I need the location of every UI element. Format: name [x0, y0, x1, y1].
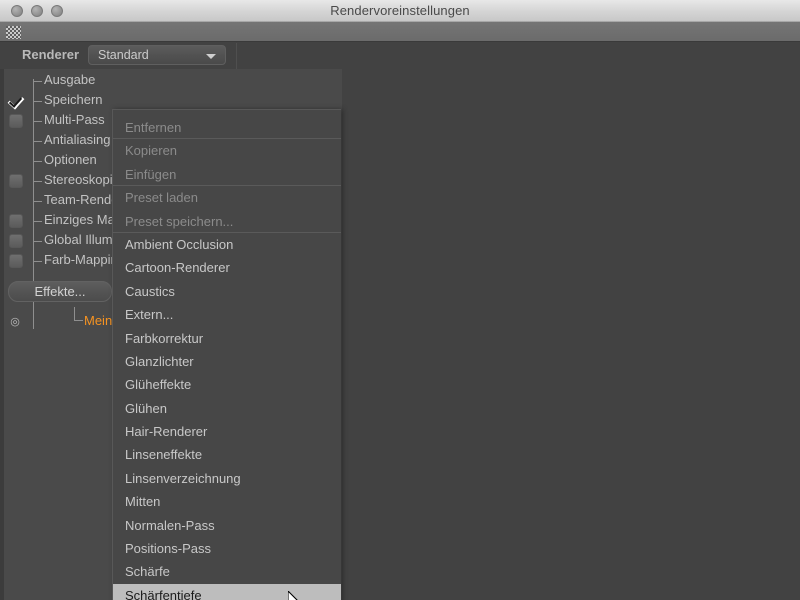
- tree-branch-line: [33, 261, 42, 262]
- tree-branch-line: [33, 221, 42, 222]
- renderer-label: Renderer: [22, 47, 80, 62]
- tree-row-label: Team-Render: [44, 192, 123, 207]
- window-content: Renderer Standard Ausgabe Speichern Multi-…: [0, 43, 800, 600]
- tree-row-label: Antialiasing: [44, 132, 111, 147]
- menu-item-10[interactable]: Farbkorrektur: [113, 327, 341, 350]
- menu-item-4: Preset laden: [125, 190, 198, 206]
- renderer-dropdown-value: Standard: [98, 48, 149, 62]
- menu-item-11[interactable]: Glanzlichter: [113, 350, 341, 373]
- tree-row-label: Multi-Pass: [44, 112, 105, 127]
- effects-button[interactable]: Effekte...: [8, 281, 112, 302]
- checkbox-unchecked[interactable]: [9, 214, 23, 228]
- tree-branch-line: [33, 121, 42, 122]
- tree-branch-line: [33, 141, 42, 142]
- menu-item-18[interactable]: Normalen-Pass: [113, 514, 341, 537]
- menu-item-8[interactable]: Caustics: [113, 280, 341, 303]
- checkbox-checked[interactable]: [9, 94, 23, 108]
- window-title: Rendervoreinstellungen: [330, 3, 470, 18]
- menu-item-7[interactable]: Cartoon-Renderer: [113, 256, 341, 279]
- checkbox-unchecked[interactable]: [9, 174, 23, 188]
- effects-context-menu[interactable]: Entfernen Kopieren Einfügen Preset laden Pre…: [112, 109, 341, 600]
- tree-branch-line: [33, 241, 42, 242]
- window-titlebar: Rendervoreinstellungen: [0, 0, 800, 22]
- tree-branch-line: [33, 201, 42, 202]
- renderer-row: Renderer Standard: [0, 43, 800, 69]
- chevron-down-icon: [206, 54, 216, 59]
- tree-row-label: Optionen: [44, 152, 97, 167]
- toolbar-divider: [236, 43, 237, 69]
- menu-item-20[interactable]: Schärfe: [113, 560, 341, 583]
- menu-item-14[interactable]: Hair-Renderer: [113, 420, 341, 443]
- checkbox-unchecked[interactable]: [9, 234, 23, 248]
- tree-branch-line: [33, 161, 42, 162]
- menu-item-9[interactable]: Extern...: [113, 303, 341, 326]
- tree-row-label: Stereoskopie: [44, 172, 120, 187]
- menu-item-2: Kopieren: [125, 143, 178, 159]
- menu-item-6[interactable]: Ambient Occlusion: [113, 233, 341, 256]
- tree-branch-line: [33, 181, 42, 182]
- tree-row-label: Speichern: [44, 92, 103, 107]
- menu-item-21[interactable]: Schärfentiefe: [113, 583, 341, 600]
- menu-item-5: Preset speichern...: [113, 210, 341, 234]
- drag-grip-icon[interactable]: [6, 26, 21, 39]
- render-settings-window: Rendervoreinstellungen Renderer Standard…: [0, 0, 800, 600]
- tree-row-label: Ausgabe: [44, 72, 96, 87]
- menu-item-1: Entfernen: [113, 116, 341, 140]
- menu-item-12[interactable]: Glüheffekte: [113, 373, 341, 396]
- menu-item-3: Einfügen: [113, 163, 341, 187]
- menu-item-17[interactable]: Mitten: [113, 490, 341, 513]
- tree-branch-line: [33, 81, 42, 82]
- menu-item-19[interactable]: Positions-Pass: [113, 537, 341, 560]
- menu-item-13[interactable]: Glühen: [113, 397, 341, 420]
- renderer-dropdown[interactable]: Standard: [88, 45, 226, 65]
- checkbox-unchecked[interactable]: [9, 114, 23, 128]
- tree-branch-line: [33, 101, 42, 102]
- menu-item-15[interactable]: Linseneffekte: [113, 443, 341, 466]
- checkbox-unchecked[interactable]: [9, 254, 23, 268]
- window-toolbar: [0, 22, 800, 42]
- menu-item-16[interactable]: Linsenverzeichnung: [113, 467, 341, 490]
- render-target-icon: ◎: [10, 316, 20, 328]
